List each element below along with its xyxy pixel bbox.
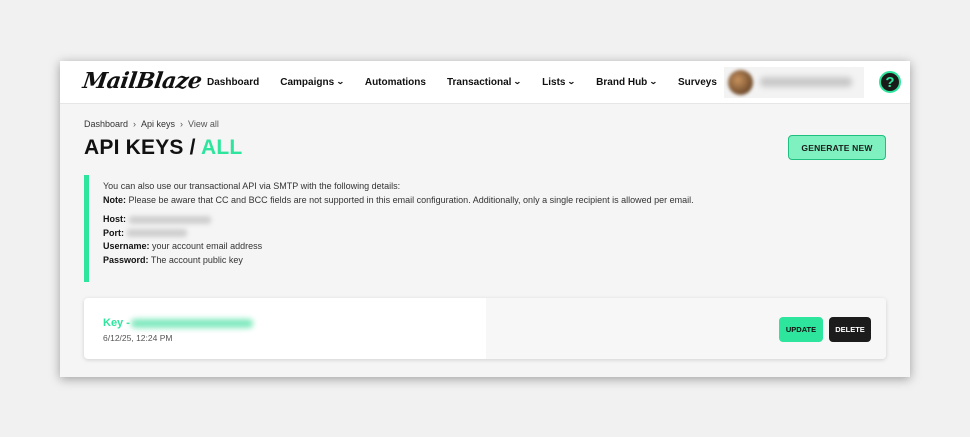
page-title: API KEYS / ALL [84,136,242,160]
nav-surveys-label: Surveys [677,77,717,88]
nav-campaigns[interactable]: Campaigns ⌄ [280,77,345,88]
smtp-host: Host: [103,213,724,227]
key-value-redacted [131,319,253,328]
smtp-password: Password: The account public key [103,254,724,268]
delete-button[interactable]: DELETE [829,317,871,342]
breadcrumb-api-keys[interactable]: Api keys [141,119,175,129]
note-label: Note: [103,194,126,205]
nav-brand-hub[interactable]: Brand Hub ⌄ [596,77,658,88]
smtp-username: Username: your account email address [103,240,724,254]
update-button[interactable]: UPDATE [779,317,823,342]
nav-lists[interactable]: Lists ⌄ [542,77,577,88]
smtp-note: Note: Please be aware that CC and BCC fi… [103,194,724,208]
generate-new-button[interactable]: GENERATE NEW [788,135,886,160]
breadcrumb: Dashboard › Api keys › View all [84,119,219,129]
key-created-date: 6/12/25, 12:24 PM [103,333,173,343]
main-nav: Dashboard Campaigns ⌄ Automations Transa… [207,61,738,104]
page-title-main: API KEYS / [84,136,201,159]
password-value: The account public key [148,254,243,265]
host-value-redacted [129,215,211,224]
chevron-down-icon: ⌄ [567,77,577,86]
smtp-port: Port: [103,227,724,241]
nav-brand-hub-label: Brand Hub [596,77,648,88]
smtp-info-box: You can also use our transactional API v… [84,175,724,282]
username-value: your account email address [149,241,263,251]
nav-surveys[interactable]: Surveys [678,77,717,88]
note-text: Please be aware that CC and BCC fields a… [126,194,694,205]
password-label: Password: [103,254,149,265]
nav-dashboard-label: Dashboard [207,77,260,88]
mailblaze-logo[interactable]: MailBlaze [81,68,203,94]
smtp-intro: You can also use our transactional API v… [103,181,401,191]
port-value-redacted [127,229,187,238]
nav-lists-label: Lists [542,77,566,88]
top-navbar: MailBlaze Dashboard Campaigns ⌄ Automati… [60,61,910,104]
chevron-down-icon: ⌄ [336,77,345,86]
app-window: MailBlaze Dashboard Campaigns ⌄ Automati… [60,61,910,377]
avatar [728,70,753,95]
key-card-actions-area [486,298,886,359]
host-label: Host: [103,214,126,224]
api-key-card: Key - 6/12/25, 12:24 PM UPDATE DELETE [84,298,886,359]
key-label: Key - [103,317,130,329]
chevron-down-icon: ⌄ [649,77,658,86]
page-title-accent: ALL [200,136,243,159]
nav-dashboard[interactable]: Dashboard [207,77,259,88]
nav-campaigns-label: Campaigns [280,77,335,88]
nav-transactional[interactable]: Transactional ⌄ [446,77,523,88]
breadcrumb-view-all: View all [188,119,219,129]
breadcrumb-dashboard[interactable]: Dashboard [84,119,128,129]
nav-transactional-label: Transactional [446,77,512,88]
breadcrumb-separator: › [180,119,184,129]
nav-automations-label: Automations [364,77,426,88]
port-label: Port: [103,227,124,238]
user-name-redacted [760,77,852,87]
help-icon[interactable]: ? [879,71,901,93]
nav-automations[interactable]: Automations [365,77,426,88]
user-menu[interactable] [724,67,864,98]
chevron-down-icon: ⌄ [513,77,523,86]
breadcrumb-separator: › [133,119,137,129]
username-label: Username: [103,241,150,251]
